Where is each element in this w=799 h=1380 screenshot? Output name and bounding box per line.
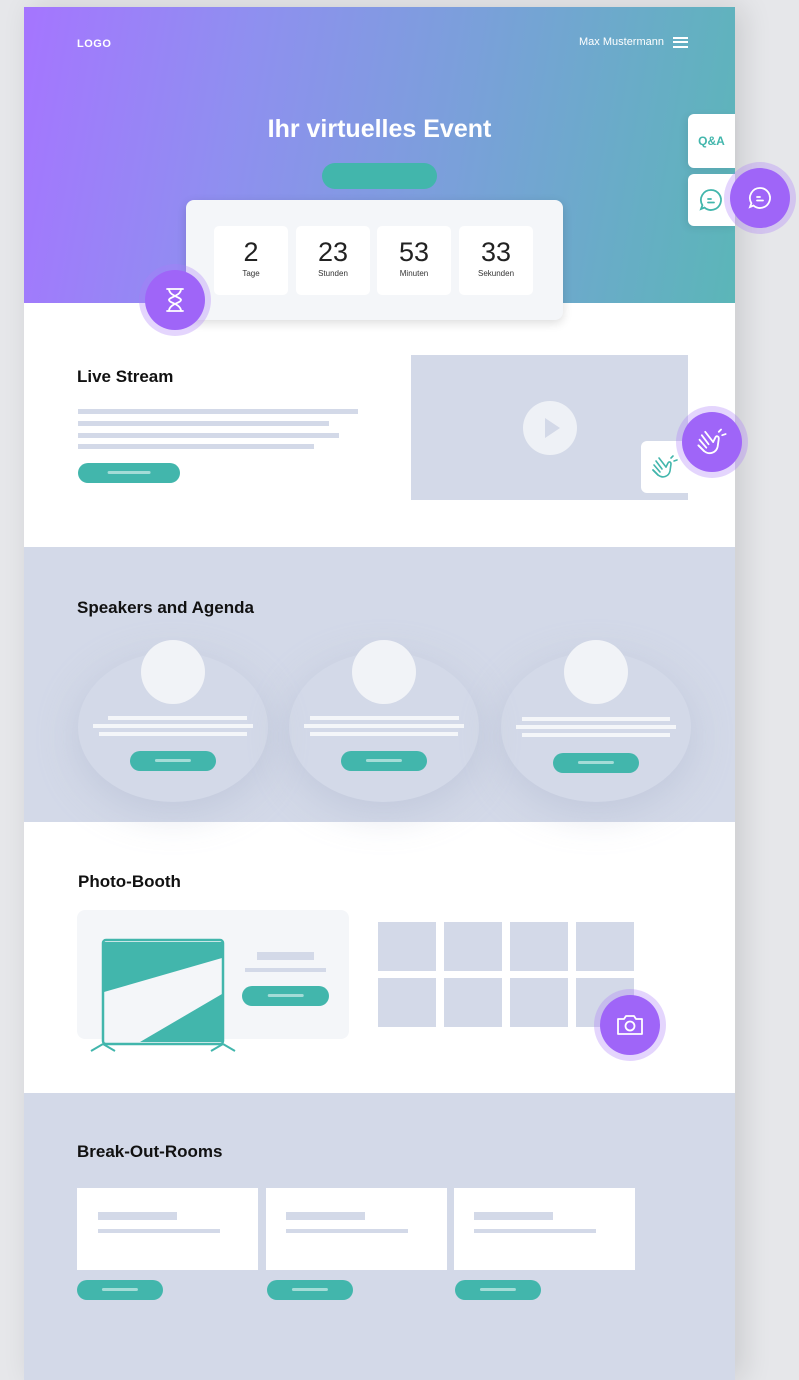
speakers-title: Speakers and Agenda [77,598,254,617]
text-placeholder [78,421,329,426]
text-placeholder [99,732,247,736]
hourglass-icon [166,288,184,312]
countdown-label: Stunden [318,269,348,278]
text-placeholder [310,716,459,720]
speaker-avatar[interactable] [564,640,628,704]
photo-booth-title: Photo-Booth [78,872,181,891]
text-placeholder [108,716,247,720]
speaker-avatar[interactable] [352,640,416,704]
text-placeholder [78,444,314,449]
countdown-value: 2 [243,237,259,267]
text-placeholder [474,1229,596,1233]
photo-tile[interactable] [510,922,568,971]
clapping-hands-icon [651,455,678,478]
photo-tile[interactable] [444,922,502,971]
chat-button[interactable] [730,168,790,228]
breakout-room-card[interactable] [77,1188,258,1270]
event-page: LOGO Max Mustermann Ihr virtuelles Event… [24,7,790,1380]
speakers-section: Speakers and Agenda [24,547,735,822]
photo-backdrop-illustration [90,938,236,1052]
applause-button[interactable] [682,412,742,472]
photo-tile[interactable] [510,978,568,1027]
countdown-label: Minuten [399,269,429,278]
chat-bubble-icon [699,189,722,211]
photo-booth-card [77,910,349,1052]
countdown-value: 53 [398,237,430,267]
countdown-hours: 23 Stunden [296,226,370,295]
logo[interactable]: LOGO [77,38,111,50]
text-placeholder [310,732,458,736]
countdown-days: 2 Tage [214,226,288,295]
photo-tile[interactable] [444,978,502,1027]
text-placeholder [257,952,314,960]
text-placeholder [98,1212,177,1220]
chat-bubble-icon [748,187,771,209]
user-menu[interactable]: Max Mustermann [579,36,688,48]
text-placeholder [78,409,358,414]
countdown-label: Tage [242,269,260,278]
live-stream-title: Live Stream [77,367,174,386]
breakout-title: Break-Out-Rooms [77,1142,223,1161]
menu-icon[interactable] [673,36,688,48]
play-icon[interactable] [523,401,577,455]
speaker-button[interactable] [553,753,639,773]
speaker-avatar[interactable] [141,640,205,704]
camera-button[interactable] [600,995,660,1055]
user-name: Max Mustermann [579,36,664,48]
photo-tile[interactable] [378,922,436,971]
text-placeholder [286,1229,408,1233]
text-placeholder [516,725,676,729]
text-placeholder [93,724,253,728]
text-placeholder [245,968,326,972]
text-placeholder [286,1212,365,1220]
applause-card[interactable] [641,441,688,493]
text-placeholder [98,1229,220,1233]
text-placeholder [522,717,670,721]
hourglass-button[interactable] [145,270,205,330]
text-placeholder [522,733,670,737]
countdown-seconds: 33 Sekunden [459,226,533,295]
hero-title: Ihr virtuelles Event [267,115,492,143]
photo-booth-button[interactable] [242,986,329,1006]
live-stream-button[interactable] [78,463,180,483]
breakout-room-button[interactable] [455,1280,541,1300]
qa-button[interactable]: Q&A [688,114,735,168]
countdown-value: 23 [317,237,349,267]
text-placeholder [304,724,464,728]
photo-tile[interactable] [378,978,436,1027]
breakout-room-card[interactable] [266,1188,447,1270]
countdown-minutes: 53 Minuten [377,226,451,295]
chat-dock-button[interactable] [688,174,735,226]
countdown-value: 33 [480,237,512,267]
hero-cta-button[interactable] [322,163,437,189]
breakout-room-button[interactable] [77,1280,163,1300]
countdown-label: Sekunden [477,269,515,278]
countdown-panel: 2 Tage 23 Stunden 53 Minuten 33 Sekunden [186,200,563,320]
breakout-room-button[interactable] [267,1280,353,1300]
camera-icon [617,1015,643,1035]
breakout-room-card[interactable] [454,1188,635,1270]
speaker-button[interactable] [130,751,216,771]
text-placeholder [474,1212,553,1220]
text-placeholder [78,433,339,438]
clapping-hands-icon [697,428,727,455]
photo-tile[interactable] [576,922,634,971]
speaker-button[interactable] [341,751,427,771]
